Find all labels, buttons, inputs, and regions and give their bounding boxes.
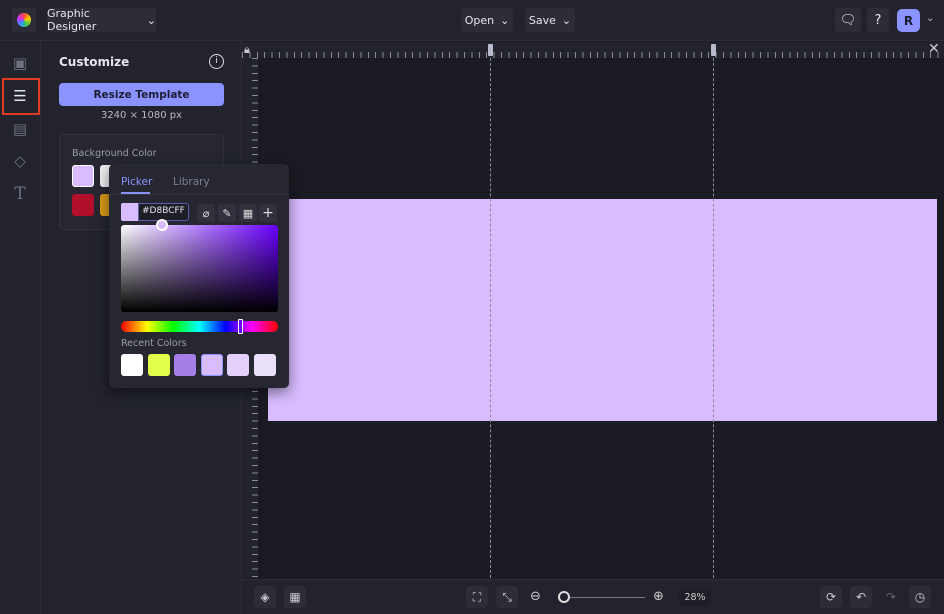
- hue-slider[interactable]: [121, 321, 278, 332]
- saturation-area[interactable]: [121, 225, 278, 312]
- recent-colors-label: Recent Colors: [121, 338, 187, 349]
- chevron-down-icon: ⌄: [146, 13, 156, 27]
- recent-color-swatch[interactable]: [253, 354, 276, 376]
- tab-library[interactable]: Library: [173, 176, 210, 188]
- bottom-toolbar: ◈ ▦ ⛶ ⤡ ⊖ ⊕ 28% ⟳ ↶ ↷ ◷: [242, 579, 944, 614]
- recent-color-swatch[interactable]: [200, 354, 223, 376]
- grid-icon[interactable]: ▦: [239, 204, 257, 222]
- resize-template-button[interactable]: Resize Template: [59, 83, 224, 106]
- color-picker-popup: Picker Library #D8BCFF ⌀ ✎ ▦ + Recent Co…: [109, 164, 289, 388]
- guide-handle[interactable]: [711, 44, 716, 56]
- panel-title: Customize: [59, 55, 130, 69]
- eyedropper-icon[interactable]: ✎: [218, 204, 236, 222]
- fit-screen-icon[interactable]: ⛶: [466, 586, 488, 608]
- save-button[interactable]: Save ⌄: [525, 8, 575, 32]
- logo-icon: [17, 13, 31, 27]
- no-color-icon[interactable]: ⌀: [197, 204, 215, 222]
- chevron-down-icon: ⌄: [561, 13, 572, 27]
- zoom-out-icon[interactable]: ⊖: [530, 589, 541, 604]
- chevron-down-icon[interactable]: ⌄: [926, 13, 934, 24]
- recent-color-swatch[interactable]: [174, 354, 196, 376]
- text-icon[interactable]: T: [10, 184, 30, 204]
- image-icon[interactable]: ▣: [10, 53, 30, 73]
- tab-picker[interactable]: Picker: [121, 176, 152, 188]
- open-button[interactable]: Open ⌄: [461, 8, 513, 32]
- save-label: Save: [528, 13, 556, 27]
- current-color-swatch: [121, 203, 138, 221]
- guide-line: [713, 58, 714, 578]
- background-swatch[interactable]: [72, 165, 94, 187]
- design-canvas[interactable]: [268, 199, 937, 421]
- layers-icon[interactable]: ◈: [254, 586, 276, 608]
- layout-icon[interactable]: ▤: [10, 119, 30, 139]
- workspace-label: Graphic Designer: [47, 7, 97, 33]
- close-icon[interactable]: ✕: [928, 41, 940, 57]
- top-bar: Graphic Designer ⌄ Open ⌄ Save ⌄ 🗨 ? R ⌄: [0, 0, 944, 41]
- open-label: Open: [464, 13, 495, 27]
- color-swatch[interactable]: [72, 194, 94, 216]
- redo-icon[interactable]: ↷: [880, 586, 902, 608]
- zoom-slider-handle[interactable]: [558, 591, 571, 603]
- app-logo[interactable]: [12, 8, 36, 32]
- info-icon[interactable]: i: [209, 54, 224, 69]
- saturation-handle[interactable]: [156, 219, 168, 231]
- recent-color-swatch[interactable]: [227, 354, 249, 376]
- history-icon[interactable]: ◷: [909, 586, 931, 608]
- help-icon: ?: [874, 12, 882, 28]
- undo-icon[interactable]: ↶: [850, 586, 872, 608]
- workspace-dropdown[interactable]: Graphic Designer ⌄: [47, 7, 156, 33]
- grid-view-icon[interactable]: ▦: [284, 586, 306, 608]
- recent-color-swatch[interactable]: [121, 354, 143, 376]
- top-ruler: [242, 42, 944, 58]
- comment-icon: 🗨: [839, 12, 857, 28]
- guide-handle[interactable]: [488, 44, 493, 56]
- chevron-down-icon: ⌄: [500, 13, 510, 27]
- shrink-icon[interactable]: ⤡: [496, 586, 518, 608]
- hue-handle[interactable]: [238, 319, 244, 334]
- side-rail: ▣ ☰ ▤ ◇ T: [0, 41, 41, 614]
- divider: [109, 194, 289, 195]
- zoom-slider[interactable]: [560, 597, 645, 598]
- zoom-in-icon[interactable]: ⊕: [653, 589, 664, 604]
- refresh-icon[interactable]: ⟳: [820, 586, 842, 608]
- help-button[interactable]: ?: [867, 8, 889, 32]
- sliders-icon[interactable]: ☰: [10, 86, 30, 106]
- lock-icon[interactable]: 🔒︎: [244, 43, 250, 57]
- background-color-label: Background Color: [72, 148, 157, 159]
- avatar[interactable]: R: [897, 9, 920, 32]
- guide-line: [490, 58, 491, 578]
- comments-button[interactable]: 🗨: [835, 8, 861, 32]
- zoom-level[interactable]: 28%: [679, 589, 711, 606]
- template-dimensions: 3240 × 1080 px: [100, 110, 183, 121]
- add-color-icon[interactable]: +: [259, 204, 277, 222]
- recent-color-swatch[interactable]: [147, 354, 170, 376]
- shapes-icon[interactable]: ◇: [10, 151, 30, 171]
